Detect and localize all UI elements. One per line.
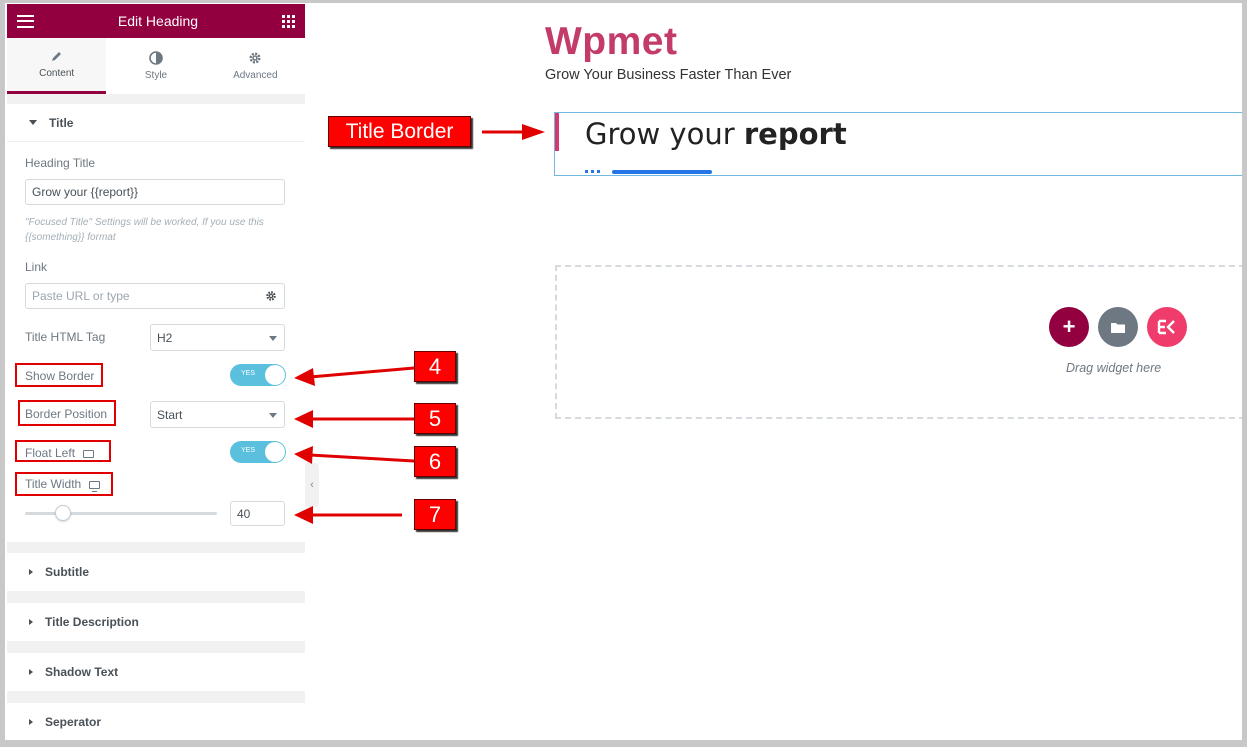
title-width-input[interactable]: 40 (230, 501, 285, 526)
gear-icon (265, 291, 276, 301)
add-section-button[interactable]: + (1049, 307, 1089, 347)
section-title-description-header[interactable]: Title Description (7, 603, 305, 641)
link-label: Link (25, 260, 48, 274)
elementskit-icon (1157, 319, 1175, 335)
drop-zone[interactable] (555, 265, 1245, 419)
arrow-4 (309, 366, 415, 379)
chevron-down-icon (269, 413, 277, 418)
title-width-slider-track[interactable] (25, 512, 217, 515)
tab-content-label: Content (39, 68, 75, 79)
border-position-value: Start (157, 407, 183, 422)
show-border-toggle-text: YES (241, 370, 256, 377)
section-title-body: Heading Title Grow your {{report}} "Focu… (7, 142, 305, 542)
caret-right-icon (29, 719, 33, 725)
title-html-tag-select[interactable]: H2 (150, 324, 285, 351)
panel-header: Edit Heading (7, 4, 305, 38)
tab-advanced-label: Advanced (233, 70, 278, 81)
callout-7: 7 (414, 499, 456, 530)
tagline: Grow Your Business Faster Than Ever (545, 67, 792, 83)
link-input[interactable]: Paste URL or type (25, 283, 258, 309)
title-width-label: Title Width (25, 477, 101, 492)
float-left-text: Float Left (25, 446, 76, 460)
chevron-left-icon: ‹ (310, 479, 314, 491)
heading-title-input[interactable]: Grow your {{report}} (25, 179, 285, 205)
heading-title-label: Heading Title (25, 156, 96, 170)
section-shadow-text-header[interactable]: Shadow Text (7, 653, 305, 691)
title-width-text: Title Width (25, 477, 82, 491)
caret-down-icon (29, 120, 37, 125)
chevron-down-icon (269, 336, 277, 341)
callout-6: 6 (414, 446, 456, 477)
title-html-tag-value: H2 (157, 330, 173, 345)
float-left-label: Float Left (25, 446, 95, 461)
show-border-label: Show Border (25, 369, 95, 383)
section-title-description-label: Title Description (45, 615, 139, 629)
title-border-bar (555, 113, 559, 151)
border-position-select[interactable]: Start (150, 401, 285, 428)
caret-right-icon (29, 669, 33, 675)
title-border-callout: Title Border (328, 116, 471, 147)
toggle-knob (265, 365, 285, 385)
plus-icon: + (1062, 314, 1076, 339)
show-border-toggle[interactable]: YES (230, 364, 286, 386)
toggle-knob (265, 442, 285, 462)
callout-4: 4 (414, 351, 456, 382)
section-seperator-label: Seperator (45, 715, 102, 729)
callout-5: 5 (414, 403, 456, 434)
float-left-toggle-text: YES (241, 447, 256, 454)
border-position-label: Border Position (25, 407, 108, 421)
drag-widget-text: Drag widget here (1066, 361, 1162, 375)
title-width-slider-handle[interactable] (55, 505, 72, 521)
section-title-label: Title (49, 115, 74, 130)
tab-style-label: Style (144, 70, 168, 81)
editor-panel: Edit Heading Content Style Advanced Titl… (7, 4, 305, 740)
desktop-icon[interactable] (89, 480, 101, 492)
half-circle-icon (149, 51, 163, 65)
caret-right-icon (29, 619, 33, 625)
arrow-title-border-head (522, 124, 545, 140)
focused-title-note: "Focused Title" Settings will be worked,… (25, 217, 264, 243)
section-subtitle-label: Subtitle (45, 565, 89, 579)
heading-focused-text: report (743, 117, 847, 151)
caret-right-icon (29, 569, 33, 575)
tab-content[interactable]: Content (7, 38, 107, 94)
link-options-button[interactable] (257, 283, 285, 309)
section-title-header[interactable]: Title (7, 104, 305, 142)
folder-icon (1111, 322, 1125, 333)
add-template-button[interactable] (1098, 307, 1138, 347)
panel-tabs: Content Style Advanced (7, 38, 305, 94)
gear-icon (249, 52, 261, 64)
separator-dots (585, 170, 600, 173)
heading-normal-text: Grow your (585, 117, 744, 151)
widgets-grid-icon[interactable] (281, 14, 295, 28)
separator-line (612, 170, 712, 174)
title-html-tag-label: Title HTML Tag (25, 330, 106, 344)
panel-title: Edit Heading (117, 13, 199, 29)
collapse-panel-button[interactable]: ‹ (305, 463, 319, 507)
section-seperator-header[interactable]: Seperator (7, 703, 305, 740)
arrow-6 (309, 453, 415, 463)
pencil-icon (52, 52, 62, 61)
section-shadow-text-label: Shadow Text (45, 665, 119, 679)
section-subtitle-header[interactable]: Subtitle (7, 553, 305, 591)
tab-style[interactable]: Style (106, 38, 205, 94)
hamburger-menu-icon[interactable] (17, 14, 34, 28)
heading-text: Grow your report (585, 117, 847, 151)
tab-advanced[interactable]: Advanced (206, 38, 305, 94)
brand-name: Wpmet (545, 20, 678, 63)
elementskit-button[interactable] (1147, 307, 1187, 347)
float-left-toggle[interactable]: YES (230, 441, 286, 463)
desktop-icon[interactable] (83, 449, 95, 461)
